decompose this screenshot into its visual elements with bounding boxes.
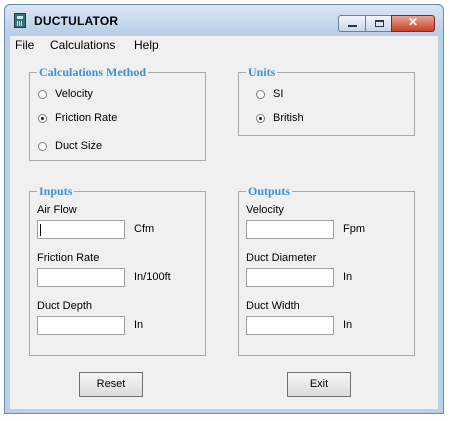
radio-label-friction-rate: Friction Rate — [55, 112, 118, 124]
radio-label-si: SI — [273, 88, 284, 100]
duct-depth-label: Duct Depth — [37, 300, 93, 312]
radio-duct-size[interactable]: Duct Size — [38, 140, 102, 152]
outputs-legend: Outputs — [246, 184, 293, 199]
radio-circle-checked[interactable] — [256, 113, 265, 123]
friction-rate-unit: In/100ft — [134, 271, 171, 283]
radio-circle[interactable] — [38, 89, 47, 99]
outputs-group: Outputs Velocity Fpm Duct Diameter In Du… — [238, 184, 415, 356]
duct-width-unit: In — [343, 319, 353, 331]
radio-label-duct-size: Duct Size — [55, 140, 103, 152]
radio-british[interactable]: British — [256, 112, 304, 124]
duct-depth-unit: In — [134, 319, 144, 331]
air-flow-unit: Cfm — [134, 223, 155, 235]
menu-help[interactable]: Help — [134, 38, 159, 52]
radio-friction-rate[interactable]: Friction Rate — [38, 112, 117, 124]
velocity-label: Velocity — [246, 204, 284, 216]
reset-label: Reset — [96, 378, 126, 390]
exit-label: Exit — [309, 378, 329, 390]
text-caret — [40, 224, 41, 236]
close-icon: ✕ — [407, 15, 419, 29]
velocity-output[interactable] — [246, 220, 334, 239]
radio-label-british: British — [273, 112, 304, 124]
units-group: Units SI British — [238, 65, 415, 136]
close-button[interactable]: ✕ — [391, 15, 435, 32]
radio-circle[interactable] — [38, 141, 47, 151]
duct-width-label: Duct Width — [246, 300, 300, 312]
client-area: Calculations Method Velocity Friction Ra… — [10, 54, 438, 409]
inputs-legend: Inputs — [37, 184, 75, 199]
app-window: DUCTULATOR ✕ File Calculations Help Calc… — [4, 4, 444, 414]
units-legend: Units — [246, 65, 278, 80]
window-title: DUCTULATOR — [34, 14, 119, 28]
radio-velocity[interactable]: Velocity — [38, 88, 93, 100]
duct-width-output[interactable] — [246, 316, 334, 335]
inputs-group: Inputs Air Flow Cfm Friction Rate In/100… — [29, 184, 206, 356]
calculations-method-group: Calculations Method Velocity Friction Ra… — [29, 65, 206, 161]
radio-circle-checked[interactable] — [38, 113, 47, 123]
friction-rate-label: Friction Rate — [37, 252, 100, 264]
menu-bar: File Calculations Help — [10, 36, 438, 54]
calculations-method-legend: Calculations Method — [37, 65, 149, 80]
maximize-icon — [375, 20, 384, 27]
title-bar[interactable]: DUCTULATOR ✕ — [5, 5, 443, 35]
menu-calculations[interactable]: Calculations — [50, 38, 115, 52]
radio-label-velocity: Velocity — [55, 88, 93, 100]
air-flow-label: Air Flow — [37, 204, 77, 216]
air-flow-input[interactable] — [37, 220, 125, 239]
reset-button[interactable]: Reset — [79, 372, 143, 397]
duct-diameter-label: Duct Diameter — [246, 252, 317, 264]
duct-depth-input[interactable] — [37, 316, 125, 335]
maximize-button[interactable] — [365, 15, 392, 32]
duct-diameter-unit: In — [343, 271, 353, 283]
minimize-icon — [348, 25, 357, 27]
duct-diameter-output[interactable] — [246, 268, 334, 287]
calculator-icon — [14, 13, 26, 28]
menu-file[interactable]: File — [15, 38, 34, 52]
radio-circle[interactable] — [256, 89, 265, 99]
minimize-button[interactable] — [338, 15, 366, 32]
exit-button[interactable]: Exit — [287, 372, 351, 397]
radio-si[interactable]: SI — [256, 88, 283, 100]
velocity-unit: Fpm — [343, 223, 365, 235]
friction-rate-input[interactable] — [37, 268, 125, 287]
